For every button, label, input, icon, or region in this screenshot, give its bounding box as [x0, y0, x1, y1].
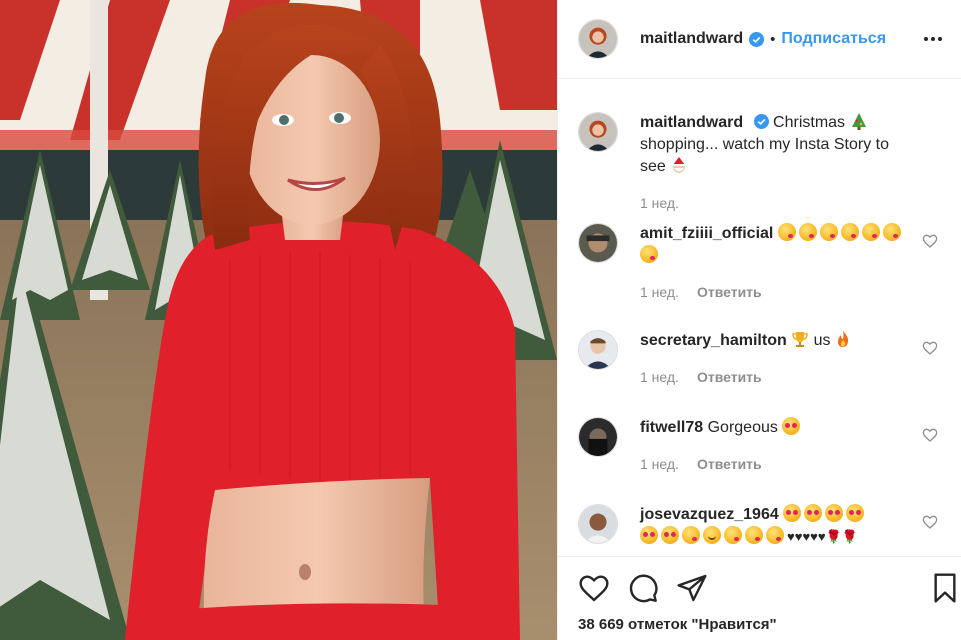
comment-item: fitwell78 Gorgeous 1 нед. Ответить: [578, 417, 948, 475]
caption: maitlandward Christmas shopping... watch…: [578, 112, 948, 214]
verified-badge-icon: [749, 31, 765, 47]
comment-like-heart-icon[interactable]: [922, 340, 938, 356]
trophy-icon: [792, 332, 808, 347]
christmas-tree-icon: [851, 113, 866, 130]
comment-username[interactable]: fitwell78: [640, 419, 703, 436]
instagram-post: maitlandward • Подписаться maitlandward …: [0, 0, 961, 640]
follow-button[interactable]: Подписаться: [781, 30, 886, 48]
like-heart-icon[interactable]: [578, 572, 610, 604]
comment-text: Gorgeous: [707, 419, 778, 436]
post-sidebar: maitlandward • Подписаться maitlandward …: [557, 0, 961, 640]
comment-username[interactable]: secretary_hamilton: [640, 332, 787, 349]
reply-button[interactable]: Ответить: [697, 456, 762, 472]
comment-time: 1 нед.: [640, 369, 679, 385]
commenter-avatar[interactable]: [578, 330, 618, 370]
commenter-avatar[interactable]: [578, 504, 618, 544]
reply-button[interactable]: Ответить: [697, 369, 762, 385]
caption-time: 1 нед.: [640, 195, 679, 211]
commenter-avatar[interactable]: [578, 417, 618, 457]
likes-count[interactable]: 38 669 отметок "Нравится": [578, 616, 777, 633]
comment-username[interactable]: amit_fziiii_official: [640, 225, 773, 242]
comment-text: us: [813, 332, 831, 349]
comment-like-heart-icon[interactable]: [922, 233, 938, 249]
post-header: maitlandward • Подписаться: [558, 0, 961, 79]
photo-illustration: [0, 0, 557, 640]
comment-item: amit_fziiii_official 1 нед. Ответить: [578, 223, 948, 303]
comment-like-heart-icon[interactable]: [922, 514, 938, 530]
caption-text-1: Christmas: [773, 114, 846, 131]
comment-item: secretary_hamilton us 1 нед. Ответить: [578, 330, 948, 388]
author-username[interactable]: maitlandward: [640, 30, 743, 48]
comment-like-heart-icon[interactable]: [922, 427, 938, 443]
bookmark-save-icon[interactable]: [929, 572, 961, 604]
action-bar: 38 669 отметок "Нравится": [558, 556, 961, 640]
author-avatar[interactable]: [578, 112, 618, 152]
post-photo[interactable]: [0, 0, 557, 640]
share-paper-plane-icon[interactable]: [676, 572, 708, 604]
comments-list[interactable]: maitlandward Christmas shopping... watch…: [558, 80, 961, 556]
reply-button[interactable]: Ответить: [697, 284, 762, 300]
comment-username[interactable]: josevazquez_1964: [640, 506, 779, 523]
caption-username[interactable]: maitlandward: [640, 114, 743, 131]
separator-dot: •: [770, 30, 776, 48]
verified-badge-icon: [753, 114, 769, 129]
fire-icon: [838, 331, 849, 347]
author-avatar[interactable]: [578, 19, 618, 59]
comment-time: 1 нед.: [640, 456, 679, 472]
comment-icon[interactable]: [627, 572, 659, 604]
heart-eyes-emoji-icon: [782, 417, 801, 435]
more-options-icon[interactable]: [921, 27, 945, 51]
comment-item: josevazquez_1964 ♥♥♥♥♥🌹🌹: [578, 504, 948, 548]
comment-time: 1 нед.: [640, 284, 679, 300]
santa-icon: [673, 157, 686, 173]
commenter-avatar[interactable]: [578, 223, 618, 263]
